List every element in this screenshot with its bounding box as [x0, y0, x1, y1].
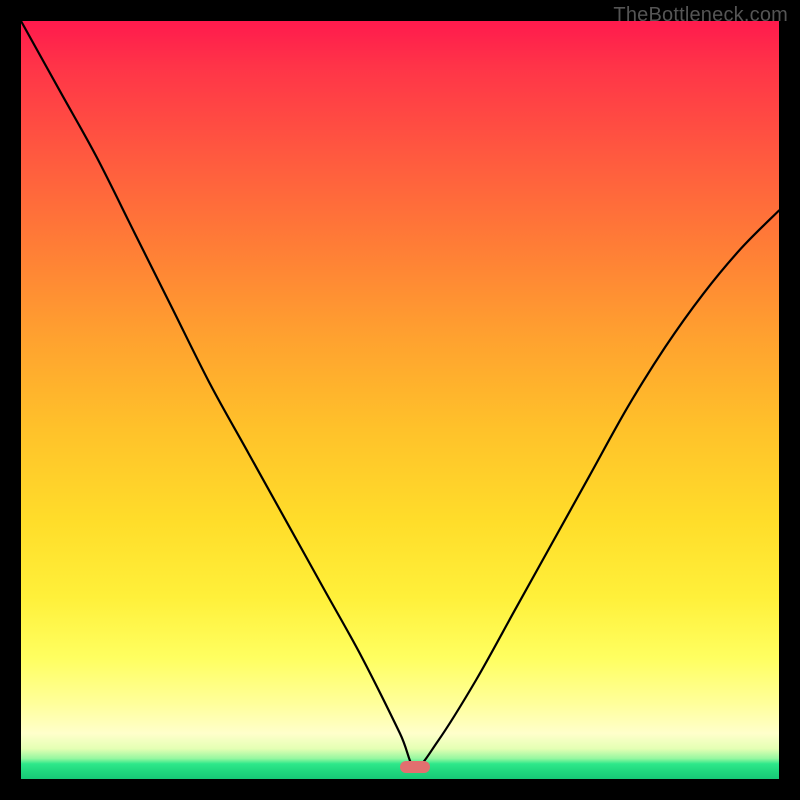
bottleneck-curve — [21, 21, 779, 779]
minimum-marker — [400, 761, 430, 773]
curve-path — [21, 21, 779, 767]
plot-area — [21, 21, 779, 779]
chart-frame: TheBottleneck.com — [0, 0, 800, 800]
